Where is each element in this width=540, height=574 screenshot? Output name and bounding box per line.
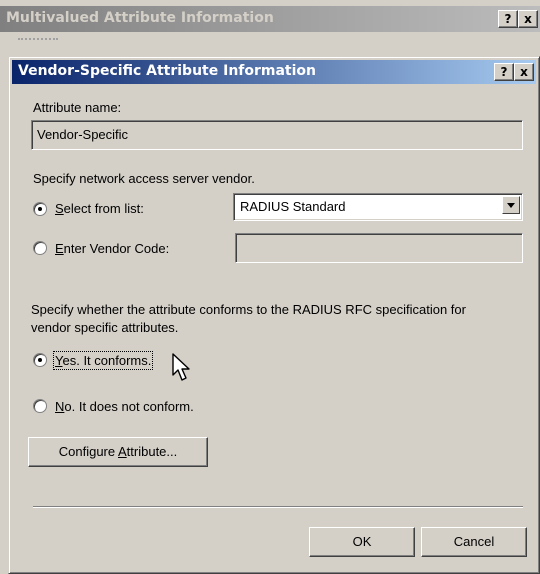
configure-attribute-button[interactable]: Configure Attribute... <box>28 437 208 467</box>
parent-dialog-obscured-content <box>18 38 58 46</box>
select-from-list-radio[interactable] <box>33 202 47 216</box>
close-button[interactable]: x <box>514 63 534 81</box>
vendor-dropdown-button[interactable] <box>502 196 520 214</box>
conforms-yes-radio[interactable] <box>33 353 47 367</box>
conforms-yes-label-rest: es. It conforms. <box>62 353 152 368</box>
cancel-button[interactable]: Cancel <box>421 527 527 557</box>
conformance-heading-line1: Specify whether the attribute conforms t… <box>31 302 466 317</box>
configure-attribute-suffix: ttribute... <box>126 444 178 459</box>
parent-help-button[interactable]: ? <box>498 10 518 28</box>
dialog-title: Vendor-Specific Attribute Information <box>18 63 317 79</box>
separator <box>33 506 523 508</box>
select-from-list-mnemonic: S <box>55 201 64 216</box>
parent-titlebar[interactable]: Multivalued Attribute Information ? x <box>0 6 540 32</box>
vendor-section-heading: Specify network access server vendor. <box>33 171 255 186</box>
vendor-select[interactable]: RADIUS Standard <box>233 193 523 221</box>
vendor-specific-attribute-dialog: Vendor-Specific Attribute Information ? … <box>8 56 540 574</box>
enter-vendor-code-radio[interactable] <box>33 241 47 255</box>
vendor-code-input[interactable] <box>235 233 523 263</box>
mouse-pointer-icon <box>172 353 190 381</box>
enter-vendor-code-mnemonic: E <box>55 241 64 256</box>
enter-vendor-code-label-rest: nter Vendor Code: <box>63 241 170 256</box>
enter-vendor-code-label[interactable]: Enter Vendor Code: <box>55 241 169 256</box>
vendor-select-value: RADIUS Standard <box>240 199 346 214</box>
help-button[interactable]: ? <box>494 63 514 81</box>
attribute-name-field: Vendor-Specific <box>31 120 523 150</box>
configure-attribute-prefix: Configure <box>58 444 118 459</box>
configure-attribute-mnemonic: A <box>118 444 127 459</box>
conforms-no-mnemonic: N <box>55 399 65 414</box>
conformance-heading-line2: vendor specific attributes. <box>31 320 179 335</box>
conforms-no-label[interactable]: No. It does not conform. <box>55 399 194 414</box>
parent-close-button[interactable]: x <box>518 10 538 28</box>
attribute-name-value: Vendor-Specific <box>37 127 129 142</box>
conforms-no-label-rest: o. It does not conform. <box>64 399 194 414</box>
select-from-list-label-rest: elect from list: <box>63 201 144 216</box>
parent-dialog-title: Multivalued Attribute Information <box>6 10 274 26</box>
chevron-down-icon <box>507 203 515 208</box>
dialog-titlebar[interactable]: Vendor-Specific Attribute Information ? … <box>12 60 536 84</box>
conforms-no-radio[interactable] <box>33 399 47 413</box>
conforms-yes-label[interactable]: Yes. It conforms. <box>52 351 154 370</box>
attribute-name-label: Attribute name: <box>33 100 122 115</box>
select-from-list-label[interactable]: Select from list: <box>55 201 144 216</box>
ok-button[interactable]: OK <box>309 527 415 557</box>
